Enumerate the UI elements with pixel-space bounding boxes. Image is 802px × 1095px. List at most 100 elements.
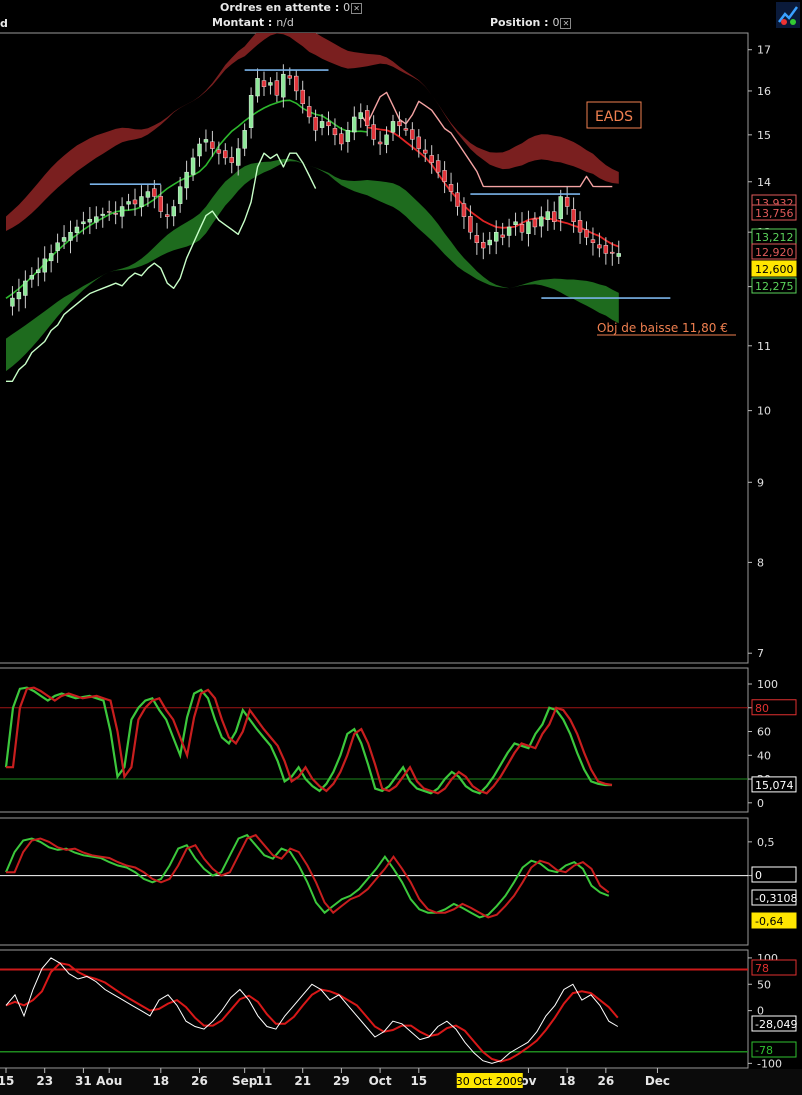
candle-body <box>371 124 376 140</box>
candle-body <box>68 231 73 241</box>
candle-body <box>519 224 525 233</box>
candle-body <box>300 89 305 105</box>
candle-body <box>87 219 93 223</box>
price-label: 13,212 <box>751 228 797 245</box>
close-icon[interactable]: ✕ <box>560 17 572 29</box>
candle-body <box>577 220 583 233</box>
candle-body <box>455 192 460 207</box>
candle-body <box>294 75 299 92</box>
price-tick: 11 <box>757 340 771 353</box>
x-tick-label: 23 <box>36 1074 53 1088</box>
candle-body <box>500 234 505 238</box>
stoch-label-text: 80 <box>755 702 769 715</box>
candle-body <box>261 80 267 87</box>
candle-body <box>526 221 531 234</box>
stoch-tick: 60 <box>757 726 771 739</box>
chart-area[interactable]: EADSObj de baisse 11,80 € 78910111213141… <box>0 32 802 1095</box>
price-label-text: 12,275 <box>755 280 794 293</box>
position: Position : 0 ✕ <box>490 16 572 29</box>
candle-body <box>345 130 351 142</box>
osc-label: -0,3108 <box>751 889 797 906</box>
candle-body <box>610 251 615 254</box>
candle-body <box>197 143 202 157</box>
candle-body <box>190 157 196 175</box>
cci-label: -28,049 <box>751 1015 797 1032</box>
candle-body <box>274 80 280 96</box>
stoch-label-text: 15,074 <box>755 779 794 792</box>
candle-body <box>584 229 589 238</box>
x-tick-label: 18 <box>152 1074 169 1088</box>
close-icon[interactable]: ✕ <box>351 2 363 14</box>
x-tick-label: Dec <box>645 1074 670 1088</box>
candle-body <box>358 112 363 119</box>
candle-body <box>255 78 260 97</box>
candle-body <box>539 216 544 227</box>
x-tick-label: 29 <box>333 1074 350 1088</box>
app-logo-icon[interactable] <box>776 2 800 28</box>
price-label: 12,920 <box>751 243 797 260</box>
candle-body <box>268 82 273 86</box>
osc-tick: 0,5 <box>757 836 775 849</box>
candle-body <box>506 226 512 236</box>
x-tick-label: 18 <box>559 1074 576 1088</box>
candle-body <box>332 128 338 136</box>
candle-body <box>326 121 331 127</box>
osc-label-text: -0,64 <box>755 915 783 928</box>
candle-body <box>81 221 86 225</box>
date-cursor: 30 Oct 2009 <box>456 1073 524 1088</box>
order-status-bar: d Ordres en attente : 0 ✕ Montant : n/d P… <box>0 0 802 32</box>
amount-label: Montant : <box>212 16 273 29</box>
amount: Montant : n/d <box>212 16 294 29</box>
candle-body <box>442 170 447 182</box>
candle-body <box>171 206 176 217</box>
candle-body <box>10 297 15 307</box>
candle-body <box>29 275 34 280</box>
stoch-label: 15,074 <box>751 776 797 793</box>
osc-label-text: 0 <box>755 869 762 882</box>
cci-label: -78 <box>751 1041 797 1058</box>
price-label-text: 13,212 <box>755 231 794 244</box>
panel-frame <box>0 949 749 1069</box>
candle-body <box>461 203 467 217</box>
candle-body <box>423 149 428 154</box>
candle-body <box>48 253 54 262</box>
candle-body <box>435 160 441 173</box>
candle-body <box>397 121 402 127</box>
candle-body <box>377 141 383 145</box>
price-tick: 14 <box>757 176 771 189</box>
candle-body <box>119 206 125 217</box>
price-label-text: 12,600 <box>755 263 794 276</box>
price-label: 12,275 <box>751 277 797 294</box>
candle-body <box>487 239 492 246</box>
cci-label-text: 78 <box>755 962 769 975</box>
x-tick-label: 26 <box>597 1074 614 1088</box>
candle-body <box>545 211 550 220</box>
candle-body <box>223 150 228 159</box>
candle-body <box>23 280 28 296</box>
x-tick-label: 15 <box>410 1074 427 1088</box>
x-tick-label: 26 <box>191 1074 208 1088</box>
stoch-tick: 40 <box>757 749 771 762</box>
candle-body <box>113 213 118 215</box>
candle-body <box>365 110 370 127</box>
candle-body <box>429 155 434 163</box>
candle-body <box>165 214 170 217</box>
price-tick: 15 <box>757 129 771 142</box>
candle-body <box>126 201 131 205</box>
left-fragment: d <box>0 17 8 30</box>
cci-tick: -100 <box>757 1057 782 1070</box>
price-label: 13,756 <box>751 204 797 221</box>
candle-body <box>106 211 112 213</box>
osc-label-text: -0,3108 <box>755 892 797 905</box>
candle-body <box>552 211 557 222</box>
candle-body <box>152 188 157 197</box>
candle-body <box>558 196 563 219</box>
candle-body <box>468 216 473 233</box>
eads-label-text: EADS <box>595 109 633 125</box>
candle-body <box>36 269 41 273</box>
candle-body <box>287 75 292 79</box>
candle-body <box>100 213 105 216</box>
candle-body <box>132 199 138 205</box>
candle-body <box>42 258 47 273</box>
candle-body <box>597 244 602 249</box>
